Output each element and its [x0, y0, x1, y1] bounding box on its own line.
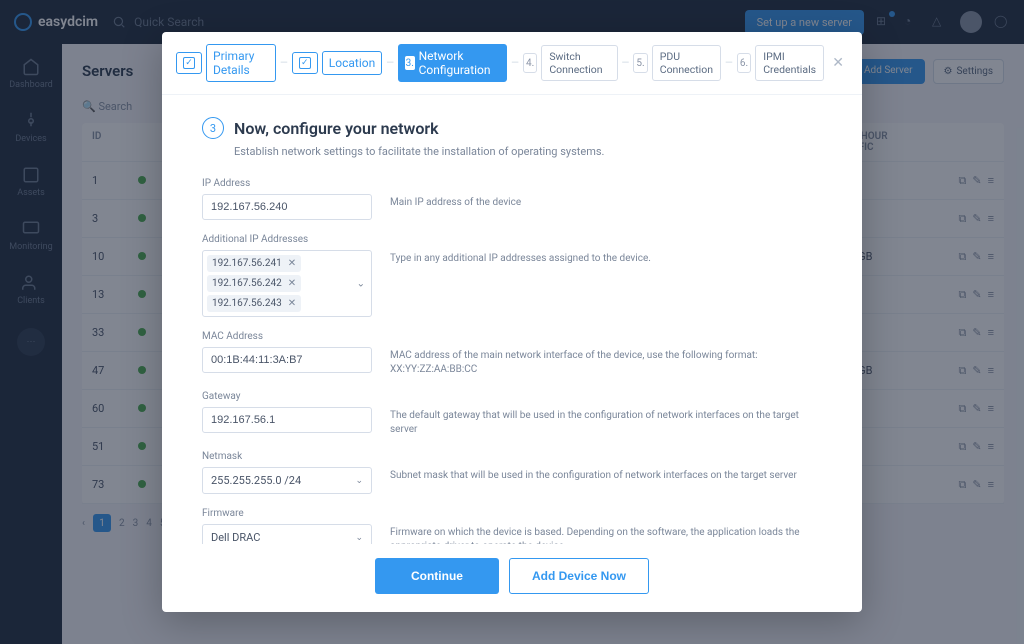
check-icon: ✓ [183, 57, 195, 69]
step-switch-connection[interactable]: Switch Connection [541, 45, 617, 81]
gateway-input[interactable] [202, 407, 372, 433]
step-location-label[interactable]: Location [322, 51, 382, 75]
firmware-label: Firmware [202, 508, 372, 519]
continue-button[interactable]: Continue [375, 558, 499, 594]
ip-help: Main IP address of the device [390, 178, 822, 220]
firmware-help: Firmware on which the device is based. D… [390, 508, 822, 544]
wizard-steps: ✓ Primary Details — ✓ Location — 3.Netwo… [162, 32, 862, 95]
additional-ip-input[interactable]: 192.167.56.241✕ 192.167.56.242✕ 192.167.… [202, 250, 372, 317]
step-ipmi-credentials[interactable]: IPMI Credentials [755, 45, 824, 81]
chevron-down-icon[interactable]: ⌄ [357, 278, 365, 289]
step-network-configuration[interactable]: 3.Network Configuration [398, 44, 507, 82]
step-4-num[interactable]: 4. [523, 53, 537, 73]
chevron-down-icon: ⌄ [355, 476, 363, 486]
ip-label: IP Address [202, 178, 372, 189]
remove-chip-icon[interactable]: ✕ [288, 278, 296, 289]
netmask-label: Netmask [202, 451, 372, 462]
gateway-help: The default gateway that will be used in… [390, 391, 822, 437]
close-icon[interactable]: ✕ [828, 55, 848, 71]
firmware-select[interactable]: Dell DRAC⌄ [202, 524, 372, 544]
step-number-badge: 3 [202, 117, 224, 139]
modal-subheading: Establish network settings to facilitate… [234, 145, 822, 158]
modal-overlay: ✓ Primary Details — ✓ Location — 3.Netwo… [0, 0, 1024, 644]
ip-chip: 192.167.56.243✕ [207, 295, 301, 312]
ip-chip: 192.167.56.241✕ [207, 255, 301, 272]
remove-chip-icon[interactable]: ✕ [288, 258, 296, 269]
check-icon: ✓ [299, 57, 311, 69]
modal-heading: Now, configure your network [234, 119, 439, 138]
remove-chip-icon[interactable]: ✕ [288, 298, 296, 309]
chevron-down-icon: ⌄ [355, 533, 363, 543]
step-5-num[interactable]: 5. [633, 53, 647, 73]
netmask-select[interactable]: 255.255.255.0 /24⌄ [202, 467, 372, 494]
step-pdu-connection[interactable]: PDU Connection [652, 45, 721, 81]
step-primary-details-label[interactable]: Primary Details [206, 44, 276, 82]
mac-address-input[interactable] [202, 347, 372, 373]
gateway-label: Gateway [202, 391, 372, 402]
step-location[interactable]: ✓ [292, 52, 318, 74]
netmask-help: Subnet mask that will be used in the con… [390, 451, 822, 494]
ip-address-input[interactable] [202, 194, 372, 220]
additional-ip-label: Additional IP Addresses [202, 234, 372, 245]
wizard-modal: ✓ Primary Details — ✓ Location — 3.Netwo… [162, 32, 862, 612]
mac-label: MAC Address [202, 331, 372, 342]
mac-help: MAC address of the main network interfac… [390, 331, 822, 377]
add-device-now-button[interactable]: Add Device Now [509, 558, 649, 594]
ip-chip: 192.167.56.242✕ [207, 275, 301, 292]
step-6-num[interactable]: 6. [737, 53, 751, 73]
additional-ip-help: Type in any additional IP addresses assi… [390, 234, 822, 317]
step-primary-details[interactable]: ✓ [176, 52, 202, 74]
